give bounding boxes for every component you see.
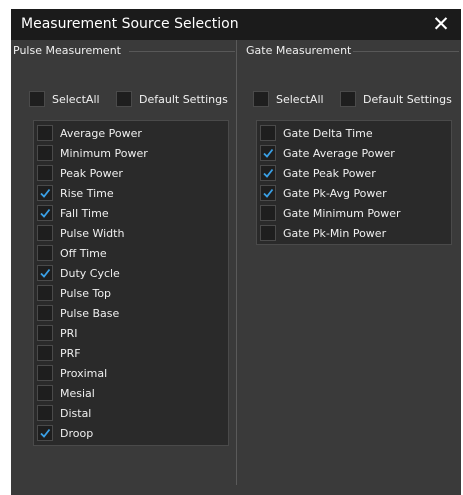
gate-measurement-item-label: Gate Peak Power — [283, 166, 376, 180]
pulse-measurement-item-label: Pulse Base — [60, 306, 120, 320]
pulse-measurement-item[interactable]: Minimum Power — [37, 143, 148, 163]
pulse-measurement-item-label: Mesial — [60, 386, 95, 400]
pulse-measurement-item-checkbox[interactable] — [37, 225, 53, 241]
gate-measurement-item-checkbox[interactable] — [260, 165, 276, 181]
checkmark-icon — [263, 148, 274, 158]
gate-measurement-item[interactable]: Gate Delta Time — [260, 123, 373, 143]
pulse-measurement-item-label: Distal — [60, 406, 92, 420]
pulse-measurement-item-label: Minimum Power — [60, 146, 148, 160]
gate-measurement-item[interactable]: Gate Average Power — [260, 143, 395, 163]
pulse-measurement-item[interactable]: Pulse Top — [37, 283, 111, 303]
pulse-measurement-item[interactable]: Rise Time — [37, 183, 114, 203]
gate-measurement-item-checkbox[interactable] — [260, 145, 276, 161]
gate-measurement-item-label: Gate Minimum Power — [283, 206, 401, 220]
measurement-source-dialog: Measurement Source Selection ✕ Pulse Mea… — [11, 9, 461, 495]
pulse-measurement-item-checkbox[interactable] — [37, 385, 53, 401]
pulse-panel-title: Pulse Measurement — [13, 44, 121, 57]
pulse-measurement-item-label: Pulse Top — [60, 286, 112, 300]
gate-measurement-item-checkbox[interactable] — [260, 185, 276, 201]
pulse-measurement-item-checkbox[interactable] — [37, 185, 53, 201]
gate-panel-title: Gate Measurement — [246, 44, 352, 57]
checkmark-icon — [40, 268, 51, 278]
pulse-measurement-item-checkbox[interactable] — [37, 305, 53, 321]
gate-select-all-box[interactable] — [253, 91, 269, 107]
pulse-measurement-item[interactable]: Off Time — [37, 243, 107, 263]
pulse-measurement-item-checkbox[interactable] — [37, 405, 53, 421]
checkmark-icon — [40, 188, 51, 198]
gate-measurement-item-checkbox[interactable] — [260, 205, 276, 221]
pulse-measurement-item-label: PRF — [60, 346, 81, 360]
checkmark-icon — [40, 428, 51, 438]
pulse-measurement-item[interactable]: Proximal — [37, 363, 107, 383]
pulse-measurement-item[interactable]: Pulse Base — [37, 303, 119, 323]
pulse-measurement-item[interactable]: PRF — [37, 343, 81, 363]
gate-title-divider — [353, 51, 459, 52]
gate-measurement-item[interactable]: Gate Minimum Power — [260, 203, 401, 223]
pulse-measurement-item[interactable]: Fall Time — [37, 203, 109, 223]
pulse-measurement-item-label: Rise Time — [60, 186, 114, 200]
pulse-measurement-item-checkbox[interactable] — [37, 245, 53, 261]
pulse-measurement-list: Average Power Minimum Power Peak Power Rise… — [33, 120, 229, 446]
pulse-default-settings-box[interactable] — [116, 91, 132, 107]
pulse-measurement-item-label: Off Time — [60, 246, 107, 260]
pulse-measurement-panel: Pulse Measurement SelectAll Default Sett… — [11, 40, 237, 485]
gate-measurement-item-label: Gate Pk-Min Power — [283, 226, 387, 240]
pulse-measurement-item[interactable]: Average Power — [37, 123, 142, 143]
pulse-measurement-item-label: Peak Power — [60, 166, 123, 180]
pulse-measurement-item[interactable]: PRI — [37, 323, 78, 343]
pulse-measurement-item[interactable]: Pulse Width — [37, 223, 124, 243]
checkmark-icon — [263, 188, 274, 198]
pulse-select-all-label: SelectAll — [52, 92, 100, 106]
pulse-measurement-item-label: Pulse Width — [60, 226, 125, 240]
gate-select-all-checkbox[interactable]: SelectAll — [253, 91, 324, 107]
pulse-measurement-item[interactable]: Droop — [37, 423, 93, 443]
pulse-select-all-checkbox[interactable]: SelectAll — [29, 91, 100, 107]
pulse-measurement-item-label: Average Power — [60, 126, 142, 140]
dialog-titlebar: Measurement Source Selection ✕ — [11, 9, 461, 40]
pulse-measurement-item[interactable]: Peak Power — [37, 163, 123, 183]
pulse-measurement-item-label: Droop — [60, 426, 94, 440]
close-icon[interactable]: ✕ — [429, 12, 453, 36]
gate-default-settings-checkbox[interactable]: Default Settings — [340, 91, 452, 107]
pulse-measurement-item-label: Duty Cycle — [60, 266, 120, 280]
pulse-measurement-item[interactable]: Distal — [37, 403, 91, 423]
gate-measurement-item[interactable]: Gate Peak Power — [260, 163, 376, 183]
dialog-title: Measurement Source Selection — [21, 16, 239, 32]
gate-measurement-item-label: Gate Average Power — [283, 146, 395, 160]
gate-select-all-label: SelectAll — [276, 92, 324, 106]
gate-measurement-item-label: Gate Pk-Avg Power — [283, 186, 387, 200]
pulse-title-divider — [129, 51, 235, 52]
pulse-measurement-item-checkbox[interactable] — [37, 425, 53, 441]
pulse-measurement-item-label: Fall Time — [60, 206, 109, 220]
pulse-measurement-item-checkbox[interactable] — [37, 265, 53, 281]
gate-measurement-item-label: Gate Delta Time — [283, 126, 373, 140]
gate-measurement-item[interactable]: Gate Pk-Avg Power — [260, 183, 387, 203]
pulse-default-settings-checkbox[interactable]: Default Settings — [116, 91, 228, 107]
pulse-measurement-item[interactable]: Mesial — [37, 383, 95, 403]
pulse-measurement-item-checkbox[interactable] — [37, 125, 53, 141]
pulse-measurement-item[interactable]: Duty Cycle — [37, 263, 120, 283]
pulse-default-settings-label: Default Settings — [139, 92, 228, 106]
gate-measurement-list: Gate Delta Time Gate Average Power Gate Pe… — [256, 120, 452, 245]
pulse-measurement-item-checkbox[interactable] — [37, 205, 53, 221]
pulse-measurement-item-checkbox[interactable] — [37, 145, 53, 161]
pulse-measurement-item-checkbox[interactable] — [37, 365, 53, 381]
gate-measurement-item-checkbox[interactable] — [260, 225, 276, 241]
pulse-measurement-item-label: Proximal — [60, 366, 108, 380]
pulse-measurement-item-label: PRI — [60, 326, 78, 340]
pulse-measurement-item-checkbox[interactable] — [37, 285, 53, 301]
gate-measurement-item-checkbox[interactable] — [260, 125, 276, 141]
checkmark-icon — [40, 208, 51, 218]
gate-measurement-item[interactable]: Gate Pk-Min Power — [260, 223, 386, 243]
pulse-measurement-item-checkbox[interactable] — [37, 165, 53, 181]
pulse-measurement-item-checkbox[interactable] — [37, 345, 53, 361]
checkmark-icon — [263, 168, 274, 178]
gate-default-settings-label: Default Settings — [363, 92, 452, 106]
pulse-select-all-box[interactable] — [29, 91, 45, 107]
gate-default-settings-box[interactable] — [340, 91, 356, 107]
pulse-measurement-item-checkbox[interactable] — [37, 325, 53, 341]
gate-measurement-panel: Gate Measurement SelectAll Default Setti… — [240, 40, 461, 485]
